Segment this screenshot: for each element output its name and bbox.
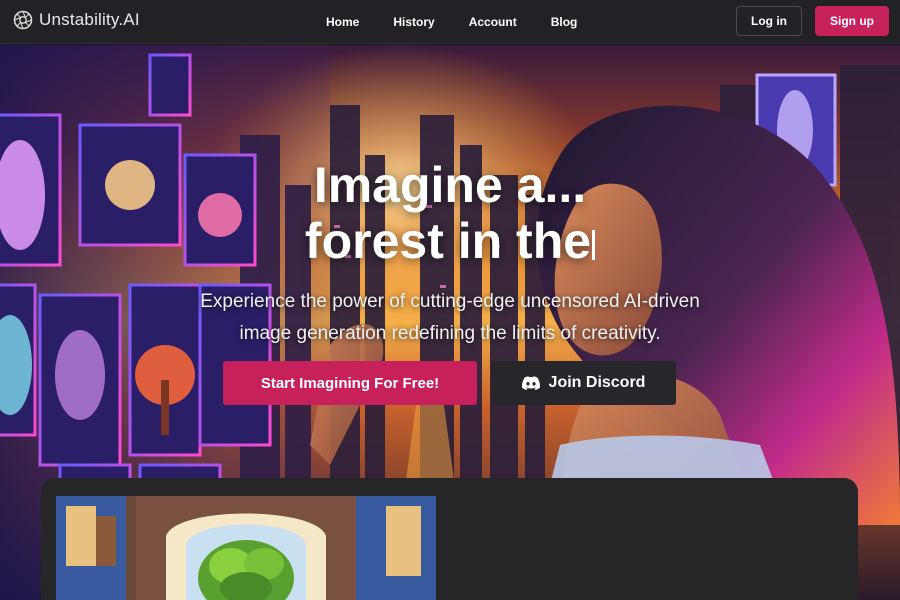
brand-name: Unstability.AI (39, 10, 140, 29)
nav-link-home[interactable]: Home (326, 15, 359, 29)
join-discord-label: Join Discord (548, 374, 646, 391)
gallery-preview-card (41, 478, 858, 600)
hero-title-line-2: forest in the (0, 213, 900, 269)
discord-icon (521, 376, 540, 390)
brand[interactable]: Unstability.AI (13, 10, 140, 30)
nav-link-account[interactable]: Account (469, 15, 517, 29)
hero-subtitle: Experience the power of cutting-edge unc… (150, 286, 750, 350)
nav-links: Home History Account Blog (326, 0, 611, 44)
start-imagining-button[interactable]: Start Imagining For Free! (223, 361, 477, 405)
nav-link-blog[interactable]: Blog (551, 15, 578, 29)
hero-subtitle-line-2: image generation redefining the limits o… (239, 323, 661, 344)
hero-title-line-1: Imagine a... (313, 157, 587, 213)
hero-title: Imagine a... forest in the (0, 157, 900, 269)
hero-title-line-2-text: forest in the (304, 213, 592, 269)
join-discord-button[interactable]: Join Discord (491, 361, 676, 405)
nav-link-history[interactable]: History (393, 15, 434, 29)
aperture-logo-icon (13, 10, 33, 30)
signup-button[interactable]: Sign up (815, 6, 889, 36)
top-navbar: Unstability.AI Home History Account Blog… (0, 0, 900, 44)
pixel-art-tree-image[interactable] (56, 496, 436, 600)
typing-cursor (592, 229, 596, 260)
hero-subtitle-line-1: Experience the power of cutting-edge unc… (200, 291, 700, 312)
login-button[interactable]: Log in (736, 6, 802, 36)
